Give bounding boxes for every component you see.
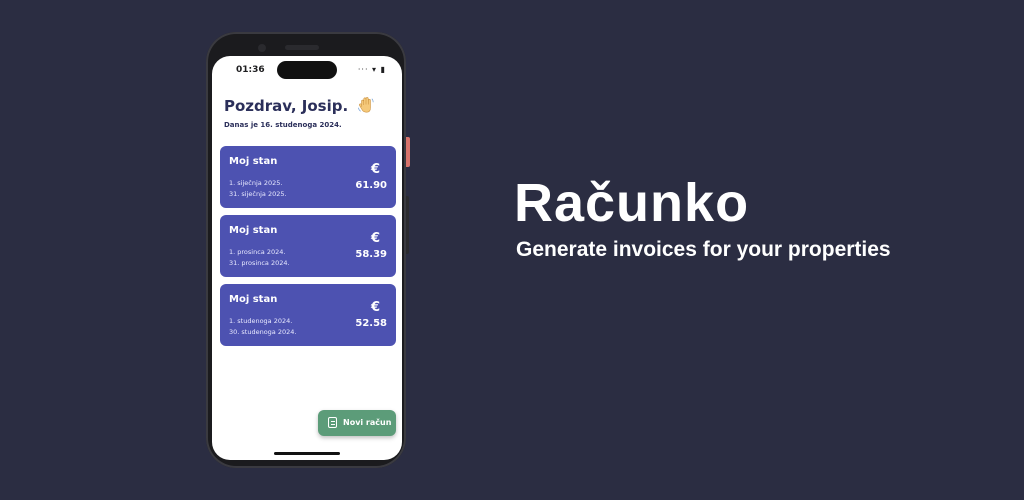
waving-hand-icon bbox=[358, 97, 374, 113]
volume-button bbox=[406, 196, 409, 254]
today-date: Danas je 16. studenoga 2024. bbox=[224, 121, 342, 129]
new-invoice-label: Novi račun bbox=[343, 418, 392, 427]
card-amount: 58.39 bbox=[355, 249, 387, 260]
invoice-card[interactable]: Moj stan 1. prosinca 2024. 31. prosinca … bbox=[220, 215, 396, 277]
euro-icon: € bbox=[370, 231, 380, 246]
invoice-card[interactable]: Moj stan 1. studenoga 2024. 30. studenog… bbox=[220, 284, 396, 346]
home-indicator[interactable] bbox=[274, 452, 340, 455]
invoice-card[interactable]: Moj stan 1. siječnja 2025. 31. siječnja … bbox=[220, 146, 396, 208]
euro-icon: € bbox=[370, 300, 380, 315]
greeting-heading: Pozdrav, Josip. bbox=[224, 96, 375, 115]
speaker-grille bbox=[285, 45, 319, 50]
card-date-to: 31. siječnja 2025. bbox=[229, 190, 287, 198]
card-date-from: 1. studenoga 2024. bbox=[229, 317, 293, 325]
card-title: Moj stan bbox=[229, 156, 278, 167]
status-time: 01:36 bbox=[236, 65, 265, 75]
card-amount: 61.90 bbox=[355, 180, 387, 191]
camera-notch bbox=[277, 61, 337, 79]
document-icon bbox=[328, 417, 337, 428]
camera-icon bbox=[258, 44, 266, 52]
new-invoice-button[interactable]: Novi račun bbox=[318, 410, 396, 436]
status-icons: ··· ▾ ▮ bbox=[357, 65, 386, 74]
card-date-to: 31. prosinca 2024. bbox=[229, 259, 290, 267]
card-amount: 52.58 bbox=[355, 318, 387, 329]
status-bar: 01:36 ··· ▾ ▮ bbox=[212, 56, 402, 86]
card-title: Moj stan bbox=[229, 225, 278, 236]
phone-screen: 01:36 ··· ▾ ▮ Pozdrav, Josip. Danas je 1… bbox=[212, 56, 402, 460]
greeting-text: Pozdrav, Josip. bbox=[224, 97, 349, 115]
card-title: Moj stan bbox=[229, 294, 278, 305]
power-button bbox=[406, 137, 410, 167]
card-date-from: 1. prosinca 2024. bbox=[229, 248, 286, 256]
card-date-to: 30. studenoga 2024. bbox=[229, 328, 297, 336]
brand-name: Računko bbox=[514, 173, 750, 233]
brand-tagline: Generate invoices for your properties bbox=[516, 238, 891, 261]
card-date-from: 1. siječnja 2025. bbox=[229, 179, 283, 187]
euro-icon: € bbox=[370, 162, 380, 177]
